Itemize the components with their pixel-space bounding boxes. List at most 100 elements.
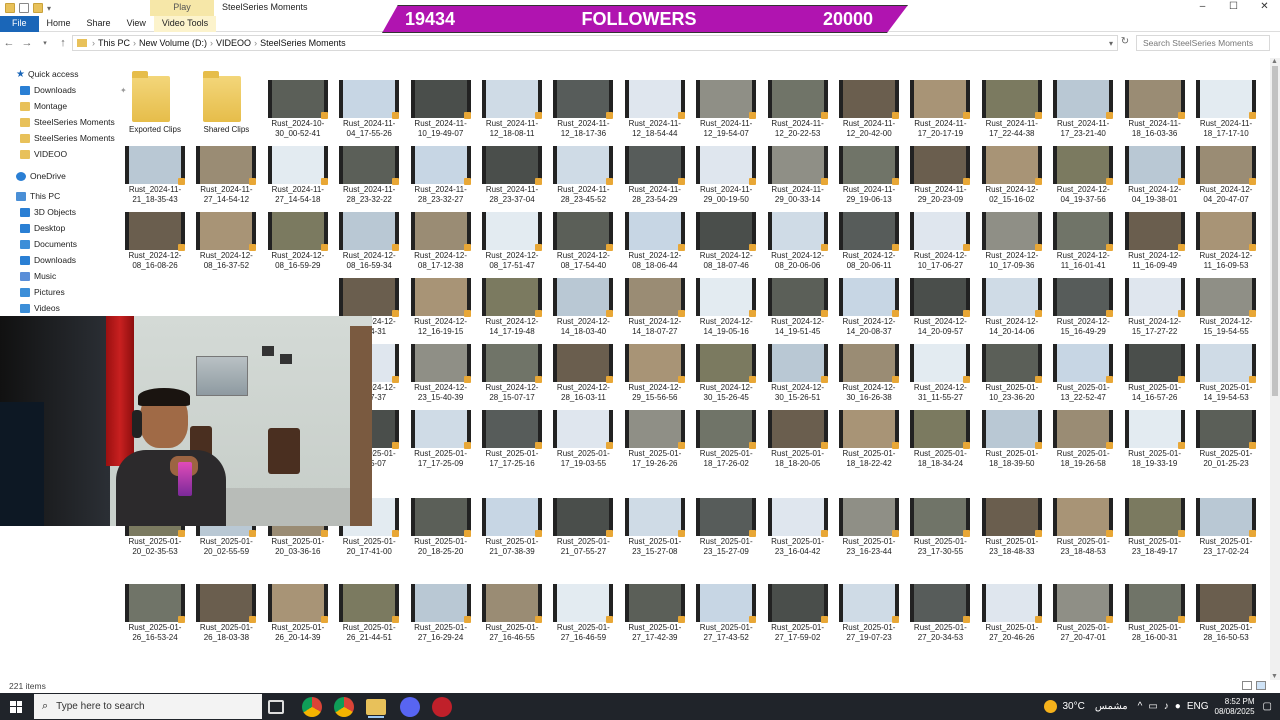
network-icon[interactable]: ▭ [1148, 701, 1157, 712]
search-input[interactable]: Search SteelSeries Moments [1136, 35, 1270, 51]
video-file-item[interactable]: Rust_2025-01-28_16-00-31 [1120, 584, 1190, 648]
back-arrow-icon[interactable]: ← [0, 37, 18, 49]
chevron-right-icon[interactable]: › [254, 38, 257, 48]
video-file-item[interactable]: Rust_2024-12-29_15-56-56 [620, 344, 690, 408]
sidebar-item[interactable]: Videos [20, 300, 60, 316]
breadcrumb-item[interactable]: VIDEOO [216, 38, 251, 48]
large-icons-view-icon[interactable] [1256, 681, 1266, 690]
video-file-item[interactable]: Rust_2024-12-08_16-59-29 [263, 212, 333, 276]
video-file-item[interactable]: Rust_2024-12-28_15-07-17 [477, 344, 547, 408]
sidebar-item[interactable]: ★ Quick access [16, 66, 79, 82]
video-file-item[interactable]: Rust_2024-12-14_20-08-37 [834, 278, 904, 342]
sidebar-item[interactable]: Downloads ✦ [20, 82, 127, 98]
chevron-right-icon[interactable]: › [133, 38, 136, 48]
video-file-item[interactable]: Rust_2024-12-10_17-06-27 [905, 212, 975, 276]
video-file-item[interactable]: Rust_2024-12-08_20-06-06 [763, 212, 833, 276]
video-file-item[interactable]: Rust_2024-12-11_16-09-53 [1191, 212, 1261, 276]
video-file-item[interactable]: Rust_2024-12-30_16-26-38 [834, 344, 904, 408]
breadcrumb-item[interactable]: SteelSeries Moments [260, 38, 346, 48]
video-file-item[interactable]: Rust_2024-12-08_18-07-46 [691, 212, 761, 276]
video-file-item[interactable]: Rust_2025-01-18_18-22-42 [834, 410, 904, 474]
chrome-icon[interactable] [302, 697, 322, 717]
steelseries-gg-icon[interactable] [432, 697, 452, 717]
video-file-item[interactable]: Rust_2024-12-14_19-51-45 [763, 278, 833, 342]
file-explorer-icon[interactable] [366, 699, 386, 718]
sidebar-item[interactable]: Desktop [20, 220, 65, 236]
video-file-item[interactable]: Rust_2025-01-17_19-26-26 [620, 410, 690, 474]
video-file-item[interactable]: Rust_2024-12-08_17-54-40 [548, 212, 618, 276]
video-file-item[interactable]: Rust_2024-11-18_17-17-10 [1191, 80, 1261, 144]
video-file-item[interactable]: Rust_2025-01-18_19-33-19 [1120, 410, 1190, 474]
video-file-item[interactable]: Rust_2024-12-02_15-16-02 [977, 146, 1047, 210]
microphone-icon[interactable]: ● [1175, 701, 1181, 712]
video-file-item[interactable]: Rust_2025-01-27_16-46-59 [548, 584, 618, 648]
video-file-item[interactable]: Rust_2025-01-18_18-20-05 [763, 410, 833, 474]
video-file-item[interactable]: Rust_2025-01-27_20-47-01 [1048, 584, 1118, 648]
breadcrumb-item[interactable]: This PC [98, 38, 130, 48]
video-file-item[interactable]: Rust_2025-01-23_18-48-33 [977, 498, 1047, 562]
new-folder-icon[interactable] [33, 3, 43, 13]
tab-view[interactable]: View [119, 16, 154, 32]
video-file-item[interactable]: Rust_2025-01-23_15-27-08 [620, 498, 690, 562]
recent-locations-icon[interactable]: ▾ [36, 39, 54, 47]
video-file-item[interactable]: Rust_2024-11-17_22-44-38 [977, 80, 1047, 144]
video-file-item[interactable]: Rust_2024-12-14_18-03-40 [548, 278, 618, 342]
weather-temp[interactable]: 30°C [1062, 701, 1084, 712]
video-file-item[interactable]: Rust_2024-11-18_16-03-36 [1120, 80, 1190, 144]
video-file-item[interactable]: Rust_2025-01-26_20-14-39 [263, 584, 333, 648]
video-file-item[interactable]: Rust_2024-11-28_23-32-22 [334, 146, 404, 210]
video-file-item[interactable]: Rust_2025-01-28_16-50-53 [1191, 584, 1261, 648]
breadcrumb[interactable]: › This PC › New Volume (D:) › VIDEOO › S… [72, 35, 1118, 51]
sun-icon[interactable] [1044, 700, 1058, 713]
video-file-item[interactable]: Rust_2024-11-29_00-33-14 [763, 146, 833, 210]
video-file-item[interactable]: Rust_2025-01-26_21-44-51 [334, 584, 404, 648]
forward-arrow-icon[interactable]: → [18, 37, 36, 49]
video-file-item[interactable]: Rust_2025-01-23_16-23-44 [834, 498, 904, 562]
notifications-icon[interactable]: ▢ [1263, 701, 1272, 712]
video-file-item[interactable]: Rust_2024-12-30_15-26-45 [691, 344, 761, 408]
video-file-item[interactable]: Rust_2024-11-28_23-32-27 [406, 146, 476, 210]
video-file-item[interactable]: Rust_2024-12-11_16-09-49 [1120, 212, 1190, 276]
video-file-item[interactable]: Rust_2025-01-23_17-02-24 [1191, 498, 1261, 562]
task-view-icon[interactable] [268, 700, 284, 714]
chevron-down-icon[interactable]: ▾ [1109, 39, 1113, 48]
video-file-item[interactable]: Rust_2024-11-12_18-54-44 [620, 80, 690, 144]
video-file-item[interactable]: Rust_2024-12-15_17-27-22 [1120, 278, 1190, 342]
video-file-item[interactable]: Rust_2024-11-29_20-23-09 [905, 146, 975, 210]
video-file-item[interactable]: Rust_2025-01-21_07-55-27 [548, 498, 618, 562]
video-file-item[interactable]: Rust_2025-01-23_17-30-55 [905, 498, 975, 562]
video-file-item[interactable]: Rust_2025-01-27_19-07-23 [834, 584, 904, 648]
discord-icon[interactable] [400, 697, 420, 717]
chevron-right-icon[interactable]: › [210, 38, 213, 48]
vertical-scrollbar[interactable]: ▲ ▼ [1270, 58, 1280, 680]
video-file-item[interactable]: Rust_2024-12-04_19-37-56 [1048, 146, 1118, 210]
video-file-item[interactable]: Rust_2025-01-21_07-38-39 [477, 498, 547, 562]
video-file-item[interactable]: Rust_2025-01-23_15-27-09 [691, 498, 761, 562]
video-file-item[interactable]: Rust_2024-11-10_19-49-07 [406, 80, 476, 144]
tab-home[interactable]: Home [39, 16, 79, 32]
video-file-item[interactable]: Rust_2025-01-17_19-03-55 [548, 410, 618, 474]
sidebar-item[interactable]: Music [20, 268, 56, 284]
video-file-item[interactable]: Rust_2024-11-04_17-55-26 [334, 80, 404, 144]
video-file-item[interactable]: Rust_2024-12-11_16-01-41 [1048, 212, 1118, 276]
video-file-item[interactable]: Rust_2024-12-28_16-03-11 [548, 344, 618, 408]
video-file-item[interactable]: Rust_2025-01-18_18-39-50 [977, 410, 1047, 474]
sidebar-item[interactable]: 3D Objects [20, 204, 76, 220]
folder-item[interactable]: Shared Clips [191, 68, 261, 134]
folder-icon[interactable] [5, 3, 15, 13]
chevron-down-icon[interactable]: ▾ [47, 4, 51, 13]
video-file-item[interactable]: Rust_2024-11-28_23-54-29 [620, 146, 690, 210]
video-file-item[interactable]: Rust_2025-01-17_17-25-09 [406, 410, 476, 474]
video-file-item[interactable]: Rust_2024-12-08_16-37-52 [191, 212, 261, 276]
video-file-item[interactable]: Rust_2024-11-12_19-54-07 [691, 80, 761, 144]
contextual-tab-play[interactable]: Play [150, 0, 214, 16]
scroll-up-icon[interactable]: ▲ [1271, 58, 1278, 65]
video-file-item[interactable]: Rust_2024-12-04_19-38-01 [1120, 146, 1190, 210]
maximize-button[interactable]: ☐ [1218, 0, 1249, 16]
video-file-item[interactable]: Rust_2024-11-17_20-17-19 [905, 80, 975, 144]
video-file-item[interactable]: Rust_2024-12-12_16-19-15 [406, 278, 476, 342]
start-button[interactable] [0, 693, 32, 720]
video-file-item[interactable]: Rust_2024-11-27_14-54-18 [263, 146, 333, 210]
video-file-item[interactable]: Rust_2024-12-08_17-12-38 [406, 212, 476, 276]
sidebar-item[interactable]: Documents [20, 236, 77, 252]
